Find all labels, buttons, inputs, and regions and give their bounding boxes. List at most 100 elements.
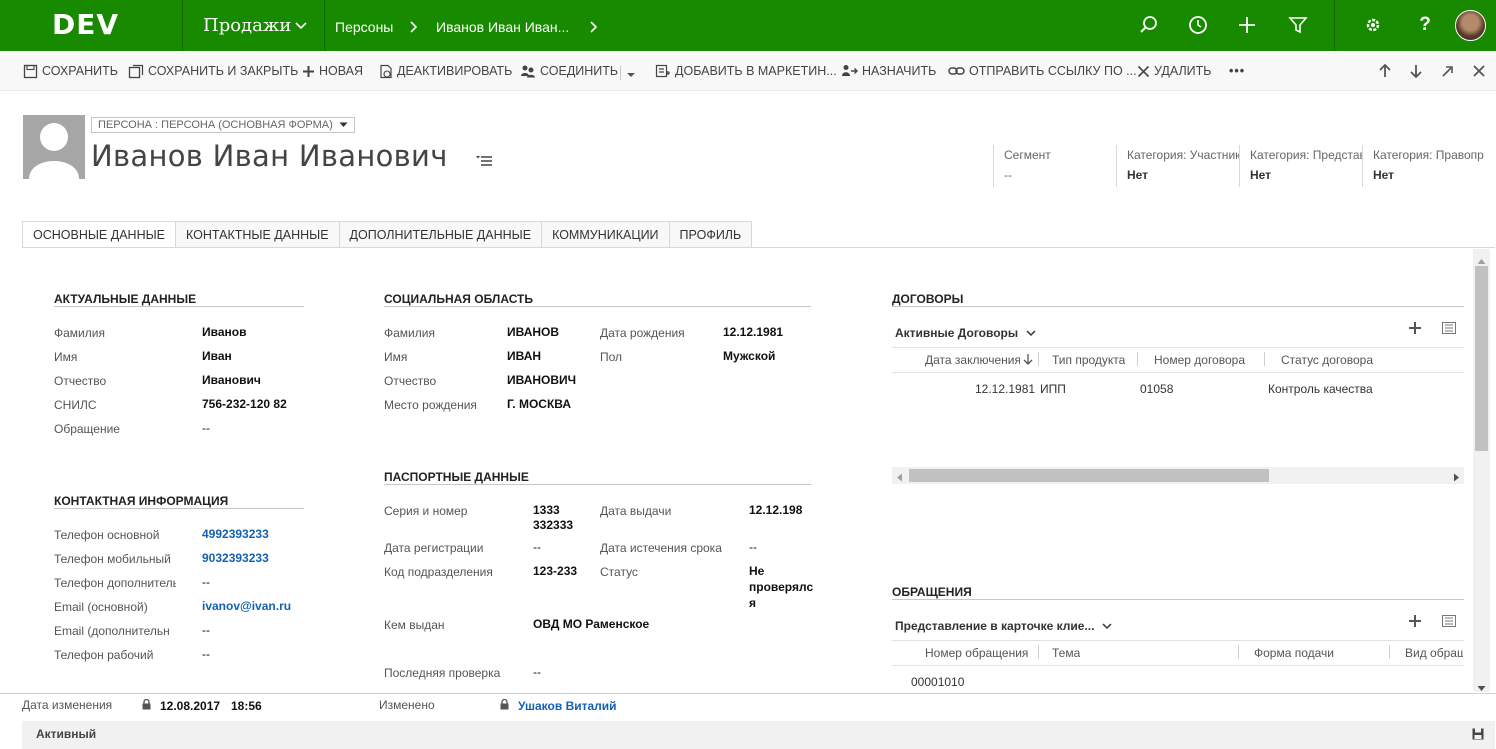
breadcrumb-record[interactable]: Иванов Иван Иван... <box>436 19 569 35</box>
search-icon[interactable] <box>1138 14 1162 38</box>
field-passport-status-line3[interactable]: я <box>749 596 756 610</box>
field-salutation[interactable]: -- <box>202 421 210 435</box>
contracts-add-icon[interactable] <box>1408 321 1422 338</box>
assign-button[interactable]: НАЗНАЧИТЬ <box>841 63 936 79</box>
modified-date: 12.08.2017 <box>160 699 221 713</box>
new-button[interactable]: НОВАЯ <box>302 63 363 79</box>
field-gender[interactable]: Мужской <box>723 349 775 363</box>
contract-cell-status-link[interactable]: Контроль качества <box>1268 382 1373 396</box>
header-field-category-successor[interactable]: Категория: Правопр Нет <box>1362 145 1488 187</box>
form-selector[interactable]: ПЕРСОНА : ПЕРСОНА (ОСНОВНАЯ ФОРМА) <box>91 117 355 133</box>
help-icon[interactable]: ? <box>1413 14 1437 38</box>
contract-cell-type[interactable]: ИПП <box>1040 382 1066 396</box>
header-field-segment[interactable]: Сегмент -- <box>993 145 1111 187</box>
field-snils[interactable]: 756-232-120 82 <box>202 397 287 411</box>
field-registration-date[interactable]: -- <box>533 540 541 554</box>
column-header-appeal-type[interactable]: Вид обращ <box>1405 646 1463 660</box>
field-phone-extra[interactable]: -- <box>202 575 210 589</box>
field-label: Пол <box>600 350 623 364</box>
field-passport-status-line1[interactable]: Не <box>749 564 764 578</box>
column-header-submission-form[interactable]: Форма подачи <box>1254 646 1334 660</box>
previous-record-arrow-icon[interactable] <box>1378 63 1392 82</box>
create-new-icon[interactable] <box>1236 14 1260 38</box>
delete-button[interactable]: УДАЛИТЬ <box>1137 63 1211 79</box>
field-last-check[interactable]: -- <box>533 665 541 679</box>
settings-gear-icon[interactable] <box>1362 14 1386 38</box>
tab-main-data[interactable]: ОСНОВНЫЕ ДАННЫЕ <box>22 221 177 248</box>
field-last-name[interactable]: Иванов <box>202 325 246 339</box>
area-chevron-icon[interactable] <box>294 18 308 35</box>
field-email-extra[interactable]: -- <box>202 623 210 637</box>
contracts-grid-view-icon[interactable] <box>1442 322 1456 337</box>
field-social-first-name[interactable]: ИВАН <box>507 349 541 363</box>
chevron-down-icon <box>1102 623 1112 630</box>
field-birth-place[interactable]: Г. МОСКВА <box>507 397 571 411</box>
form-scroll-thumb[interactable] <box>1475 266 1488 451</box>
breadcrumb-persons[interactable]: Персоны <box>335 19 393 35</box>
user-avatar[interactable] <box>1455 10 1486 41</box>
field-phone-main[interactable]: 4992393233 <box>202 527 269 541</box>
field-department-code[interactable]: 123-233 <box>533 564 577 578</box>
connect-dropdown-icon[interactable] <box>626 68 636 82</box>
header-field-category-participant[interactable]: Категория: Участник Нет <box>1116 145 1240 187</box>
field-middle-name[interactable]: Иванович <box>202 373 261 387</box>
contract-cell-date[interactable]: 12.12.1981 <box>975 382 1035 396</box>
deactivate-button[interactable]: ДЕАКТИВИРОВАТЬ <box>379 63 512 79</box>
recent-history-icon[interactable] <box>1187 14 1211 38</box>
field-phone-mobile[interactable]: 9032393233 <box>202 551 269 565</box>
field-birth-date[interactable]: 12.12.1981 <box>723 325 783 339</box>
send-link-button[interactable]: ОТПРАВИТЬ ССЫЛКУ ПО ... <box>948 63 1137 79</box>
field-email-main[interactable]: ivanov@ivan.ru <box>202 599 291 613</box>
column-header-contract-status[interactable]: Статус договора <box>1281 353 1373 367</box>
field-passport-series-line1[interactable]: 1333 <box>533 503 560 517</box>
field-expiry-date[interactable]: -- <box>749 540 757 554</box>
entity-image-placeholder[interactable] <box>23 115 85 179</box>
contracts-view-selector[interactable]: Активные Договоры <box>895 326 1036 340</box>
column-header-product-type[interactable]: Тип продукта <box>1052 353 1125 367</box>
status-save-icon[interactable] <box>1472 728 1484 743</box>
field-phone-work[interactable]: -- <box>202 647 210 661</box>
save-and-close-button[interactable]: СОХРАНИТЬ И ЗАКРЫТЬ <box>128 63 298 79</box>
tab-communications[interactable]: КОММУНИКАЦИИ <box>542 221 670 248</box>
add-to-marketing-button[interactable]: ДОБАВИТЬ В МАРКЕТИН... <box>655 63 837 79</box>
appeals-add-icon[interactable] <box>1408 614 1422 631</box>
footer-divider <box>0 693 1496 694</box>
scroll-left-arrow-icon[interactable] <box>896 471 903 485</box>
sort-descending-arrow-icon[interactable] <box>1023 353 1033 369</box>
app-logo[interactable]: DEV <box>52 8 119 41</box>
field-social-middle-name[interactable]: ИВАНОВИЧ <box>507 373 576 387</box>
column-header-subject[interactable]: Тема <box>1052 646 1080 660</box>
field-issued-by[interactable]: ОВД МО Раменское <box>533 617 649 631</box>
scroll-right-arrow-icon[interactable] <box>1453 471 1460 485</box>
field-passport-series-line2[interactable]: 332333 <box>533 518 573 532</box>
more-commands-button[interactable]: ••• <box>1229 63 1245 79</box>
breadcrumb-chevron-icon[interactable] <box>588 20 598 37</box>
contracts-scroll-thumb[interactable] <box>909 469 1269 482</box>
area-selector[interactable]: Продажи <box>203 15 291 36</box>
column-header-contract-number[interactable]: Номер договора <box>1154 353 1245 367</box>
appeals-view-selector[interactable]: Представление в карточке клие... <box>895 619 1112 633</box>
advanced-find-icon[interactable] <box>1287 14 1311 38</box>
header-field-category-representative[interactable]: Категория: Представ Нет <box>1239 145 1363 187</box>
title-menu-icon[interactable] <box>476 155 492 170</box>
field-first-name[interactable]: Иван <box>202 349 232 363</box>
field-passport-issue-date[interactable]: 12.12.198 <box>749 503 803 517</box>
appeal-cell-number[interactable]: 00001010 <box>911 675 964 689</box>
contract-cell-number[interactable]: 01058 <box>1140 382 1173 396</box>
close-form-icon[interactable] <box>1472 64 1486 81</box>
tab-contact-data[interactable]: КОНТАКТНЫЕ ДАННЫЕ <box>176 221 340 248</box>
connect-button[interactable]: СОЕДИНИТЬ <box>520 63 618 79</box>
save-close-icon <box>128 64 144 78</box>
field-passport-status-line2[interactable]: проверялс <box>749 580 813 594</box>
tab-profile[interactable]: ПРОФИЛЬ <box>669 221 753 248</box>
next-record-arrow-icon[interactable] <box>1409 63 1423 82</box>
assign-label: НАЗНАЧИТЬ <box>862 64 937 78</box>
column-header-contract-date[interactable]: Дата заключения <box>925 353 1020 367</box>
modified-by-user-link[interactable]: Ушаков Виталий <box>518 699 617 713</box>
field-social-last-name[interactable]: ИВАНОВ <box>507 325 559 339</box>
column-header-appeal-number[interactable]: Номер обращения <box>925 646 1035 660</box>
appeals-grid-view-icon[interactable] <box>1442 615 1456 630</box>
pop-out-icon[interactable] <box>1441 64 1455 81</box>
tab-additional-data[interactable]: ДОПОЛНИТЕЛЬНЫЕ ДАННЫЕ <box>339 221 543 248</box>
save-button[interactable]: СОХРАНИТЬ <box>23 63 118 79</box>
